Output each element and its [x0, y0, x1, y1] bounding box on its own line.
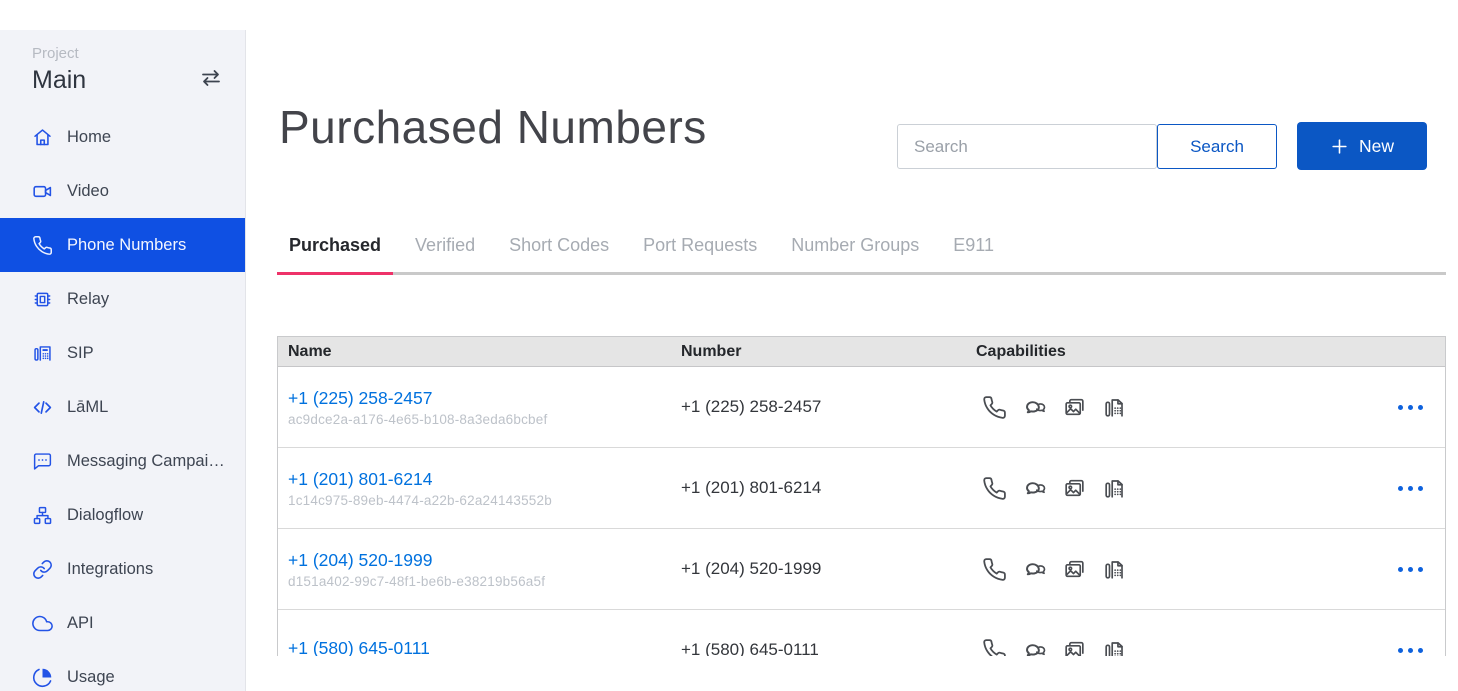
column-header-number: Number: [681, 343, 976, 361]
search-button[interactable]: Search: [1157, 124, 1277, 169]
sidebar-item-integrations[interactable]: Integrations: [0, 542, 245, 596]
voice-capability-icon: [982, 476, 1007, 501]
header-controls: Search New: [897, 124, 1427, 170]
column-header-name: Name: [278, 343, 681, 361]
sidebar-item-sip[interactable]: SIP: [0, 326, 245, 380]
number-id: 1c14c975-89eb-4474-a22b-62a24143552b: [288, 493, 681, 508]
new-number-button[interactable]: New: [1297, 122, 1427, 170]
fax-capability-icon: [1102, 557, 1127, 582]
table-row: +1 (580) 645-0111 +1 (580) 645-0111: [278, 610, 1445, 656]
cloud-icon: [32, 613, 53, 634]
page-title: Purchased Numbers: [279, 102, 707, 153]
tab-purchased[interactable]: Purchased: [277, 235, 393, 272]
link-icon: [32, 559, 53, 580]
code-icon: [32, 397, 53, 418]
row-actions-button[interactable]: [1396, 561, 1425, 578]
table-row: +1 (201) 801-6214 1c14c975-89eb-4474-a22…: [278, 448, 1445, 529]
search-input[interactable]: [897, 124, 1157, 169]
sms-capability-icon: [1022, 638, 1047, 657]
numbers-table: Name Number Capabilities +1 (225) 258-24…: [277, 336, 1446, 656]
mms-capability-icon: [1062, 476, 1087, 501]
number-cell: +1 (204) 520-1999: [681, 559, 976, 579]
number-name-link[interactable]: +1 (201) 801-6214: [288, 469, 433, 490]
sidebar-item-messaging-campaigns[interactable]: Messaging Campai…: [0, 434, 245, 488]
sms-capability-icon: [1022, 557, 1047, 582]
number-name-link[interactable]: +1 (580) 645-0111: [288, 638, 430, 656]
sidebar: Project Main Home Video Phone Numbers: [0, 30, 246, 691]
phone-icon: [32, 235, 53, 256]
tab-bar: Purchased Verified Short Codes Port Requ…: [277, 235, 1446, 275]
column-header-capabilities: Capabilities: [976, 343, 1316, 361]
tab-verified[interactable]: Verified: [403, 235, 487, 272]
number-name-link[interactable]: +1 (204) 520-1999: [288, 550, 433, 571]
sidebar-item-api[interactable]: API: [0, 596, 245, 650]
sitemap-icon: [32, 505, 53, 526]
row-actions-button[interactable]: [1396, 642, 1425, 657]
sms-capability-icon: [1022, 476, 1047, 501]
sidebar-item-phone-numbers[interactable]: Phone Numbers: [0, 218, 245, 272]
home-icon: [32, 127, 53, 148]
mms-capability-icon: [1062, 638, 1087, 657]
sip-device-icon: [32, 343, 53, 364]
video-camera-icon: [32, 181, 53, 202]
mms-capability-icon: [1062, 557, 1087, 582]
main-content: Purchased Numbers Search New Purchased V…: [246, 0, 1458, 691]
row-actions-button[interactable]: [1396, 399, 1425, 416]
row-actions-button[interactable]: [1396, 480, 1425, 497]
fax-capability-icon: [1102, 395, 1127, 420]
tab-short-codes[interactable]: Short Codes: [497, 235, 621, 272]
voice-capability-icon: [982, 395, 1007, 420]
sidebar-item-relay[interactable]: Relay: [0, 272, 245, 326]
voice-capability-icon: [982, 557, 1007, 582]
number-cell: +1 (201) 801-6214: [681, 478, 976, 498]
sidebar-item-home[interactable]: Home: [0, 110, 245, 164]
fax-capability-icon: [1102, 476, 1127, 501]
sidebar-item-video[interactable]: Video: [0, 164, 245, 218]
table-header-row: Name Number Capabilities: [278, 337, 1445, 367]
fax-capability-icon: [1102, 638, 1127, 657]
switch-project-icon[interactable]: [199, 66, 223, 95]
project-name: Main: [32, 64, 86, 96]
tab-e911[interactable]: E911: [941, 235, 1006, 272]
number-cell: +1 (580) 645-0111: [681, 640, 976, 656]
sidebar-item-dialogflow[interactable]: Dialogflow: [0, 488, 245, 542]
sidebar-item-laml[interactable]: LāML: [0, 380, 245, 434]
number-id: ac9dce2a-a176-4e65-b108-8a3eda6bcbef: [288, 412, 681, 427]
tab-number-groups[interactable]: Number Groups: [779, 235, 931, 272]
chip-icon: [32, 289, 53, 310]
table-row: +1 (225) 258-2457 ac9dce2a-a176-4e65-b10…: [278, 367, 1445, 448]
number-cell: +1 (225) 258-2457: [681, 397, 976, 417]
plus-icon: [1330, 137, 1349, 156]
sidebar-nav: Home Video Phone Numbers Relay SIP LāML: [0, 110, 245, 691]
project-switcher: Project Main: [0, 30, 245, 96]
pie-chart-icon: [32, 667, 53, 688]
sms-capability-icon: [1022, 395, 1047, 420]
sidebar-item-usage[interactable]: Usage: [0, 650, 245, 691]
tab-port-requests[interactable]: Port Requests: [631, 235, 769, 272]
table-row: +1 (204) 520-1999 d151a402-99c7-48f1-be6…: [278, 529, 1445, 610]
number-name-link[interactable]: +1 (225) 258-2457: [288, 388, 433, 409]
mms-capability-icon: [1062, 395, 1087, 420]
number-id: d151a402-99c7-48f1-be6b-e38219b56a5f: [288, 574, 681, 589]
chat-bubble-icon: [32, 451, 53, 472]
project-label: Project: [32, 44, 86, 64]
voice-capability-icon: [982, 638, 1007, 657]
app-page: Project Main Home Video Phone Numbers: [0, 0, 1458, 691]
